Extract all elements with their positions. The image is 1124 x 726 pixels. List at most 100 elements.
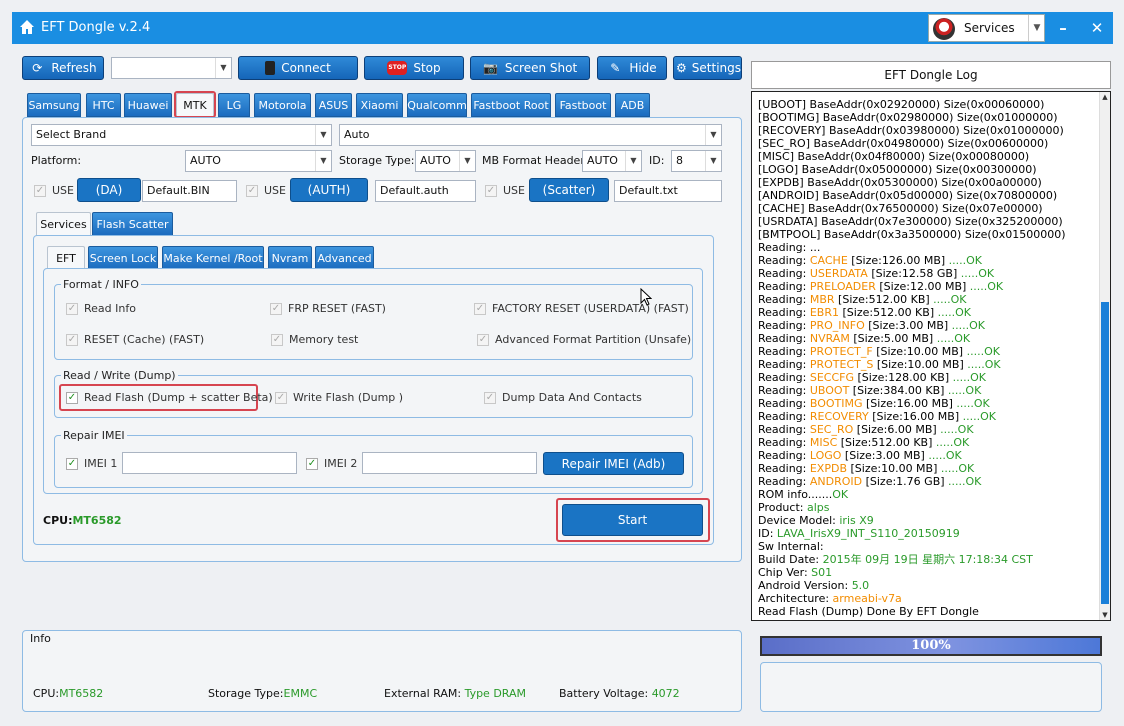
checkbox-icon: ✓ [271, 333, 283, 346]
model-select[interactable]: Auto ▼ [339, 124, 722, 146]
inner-tab-label: Make Kernel /Root [163, 251, 263, 265]
mb-format-select[interactable]: AUTO ▼ [582, 150, 642, 172]
tab-xiaomi[interactable]: Xiaomi [356, 93, 403, 117]
chevron-down-icon: ▼ [459, 151, 475, 171]
log-segment: [LOGO] BaseAddr(0x05000000) Size(0x00300… [758, 163, 1037, 176]
id-select[interactable]: 8 ▼ [671, 150, 722, 172]
log-title: EFT Dongle Log [751, 61, 1111, 89]
brand-select[interactable]: Select Brand ▼ [31, 124, 332, 146]
home-icon [20, 20, 34, 34]
advanced-format-label: Advanced Format Partition (Unsafe) [495, 333, 692, 346]
tab-fastboot-root[interactable]: Fastboot Root [471, 93, 551, 117]
tab-motorola[interactable]: Motorola [254, 93, 311, 117]
chevron-down-icon: ▼ [215, 58, 231, 78]
log-segment: [Size:12.58 GB] [867, 267, 958, 280]
log-line: [USRDATA] BaseAddr(0x7e300000) Size(0x32… [758, 215, 1063, 228]
device-combo[interactable]: ▼ [111, 57, 232, 79]
refresh-button[interactable]: ⟳ Refresh [22, 56, 104, 80]
chevron-down-icon: ▼ [705, 125, 721, 145]
start-button[interactable]: Start [562, 504, 703, 536]
factory-reset-option[interactable]: ✓ FACTORY RESET (USERDATA) (FAST) [474, 302, 689, 315]
scatter-file-field[interactable]: Default.txt [614, 180, 722, 202]
tab-services[interactable]: Services [36, 212, 91, 236]
stop-button[interactable]: STOP Stop [364, 56, 464, 80]
write-flash-option[interactable]: ✓ Write Flash (Dump ) [275, 391, 403, 404]
log-segment: [SEC_RO] BaseAddr(0x04980000) Size(0x006… [758, 137, 1049, 150]
imei2-option[interactable]: ✓ IMEI 2 [306, 457, 357, 470]
use-da-checkbox[interactable]: ✓ USE [34, 184, 74, 197]
brand-tab-label: Fastboot [559, 98, 607, 112]
tab-fastboot[interactable]: Fastboot [555, 93, 611, 117]
auth-file-button[interactable]: (AUTH) [290, 178, 368, 202]
imei2-input[interactable] [362, 452, 537, 474]
use-scatter-checkbox[interactable]: ✓ USE [485, 184, 525, 197]
factory-reset-label: FACTORY RESET (USERDATA) (FAST) [492, 302, 689, 315]
scroll-down-icon[interactable]: ▼ [1100, 610, 1110, 620]
advanced-format-option[interactable]: ✓ Advanced Format Partition (Unsafe) [477, 333, 691, 346]
chevron-down-icon: ▼ [625, 151, 641, 171]
storage-type-select[interactable]: AUTO ▼ [415, 150, 476, 172]
connect-button[interactable]: Connect [238, 56, 358, 80]
tab-qualcomm[interactable]: Qualcomm [407, 93, 467, 117]
log-line: Reading: LOGO [Size:3.00 MB] .....OK [758, 449, 962, 462]
tab-flash-scatter[interactable]: Flash Scatter [92, 212, 173, 236]
hide-button[interactable]: ✎ Hide [597, 56, 667, 80]
tab-samsung[interactable]: Samsung [27, 93, 81, 117]
edit-icon: ✎ [610, 61, 621, 75]
screenshot-button[interactable]: 📷 Screen Shot [470, 56, 590, 80]
log-line: [BMTPOOL] BaseAddr(0x3a3500000) Size(0x0… [758, 228, 1066, 241]
log-segment: [Size:10.00 MB] [873, 358, 964, 371]
log-segment: iris X9 [839, 514, 874, 527]
tab-advanced[interactable]: Advanced [315, 246, 374, 270]
scroll-up-icon[interactable]: ▲ [1100, 92, 1110, 102]
log-line: Architecture: armeabi-v7a [758, 592, 902, 605]
tab-eft[interactable]: EFT [47, 246, 85, 270]
info-battery: Battery Voltage: 4072 [559, 687, 680, 700]
model-select-value: Auto [344, 128, 370, 141]
memory-test-option[interactable]: ✓ Memory test [271, 333, 358, 346]
log-line: Reading: PRO_INFO [Size:3.00 MB] .....OK [758, 319, 985, 332]
settings-button[interactable]: ⚙ Settings [673, 56, 742, 80]
scrollbar-thumb[interactable] [1101, 302, 1109, 604]
repair-imei-button[interactable]: Repair IMEI (Adb) [543, 452, 684, 475]
log-panel[interactable]: [UBOOT] BaseAddr(0x02920000) Size(0x0006… [751, 91, 1111, 621]
log-scrollbar[interactable]: ▲ ▼ [1099, 92, 1110, 620]
chevron-down-icon: ▼ [705, 151, 721, 171]
da-file-field[interactable]: Default.BIN [142, 180, 237, 202]
tab-huawei[interactable]: Huawei [124, 93, 172, 117]
scatter-file-button[interactable]: (Scatter) [529, 178, 609, 202]
imei1-option[interactable]: ✓ IMEI 1 [66, 457, 117, 470]
log-segment: [Size:6.00 MB] [853, 423, 937, 436]
log-segment: [Size:1.76 GB] [862, 475, 945, 488]
minimize-button[interactable]: – [1052, 17, 1074, 39]
tab-lg[interactable]: LG [218, 93, 250, 117]
tab-asus[interactable]: ASUS [315, 93, 352, 117]
brand-tab-label: Samsung [28, 98, 80, 112]
tab-make-kernel-root[interactable]: Make Kernel /Root [162, 246, 264, 270]
brand-tab-label: Motorola [258, 98, 307, 112]
dump-data-option[interactable]: ✓ Dump Data And Contacts [484, 391, 642, 404]
log-segment: ROM info....... [758, 488, 833, 501]
checkbox-icon: ✓ [484, 391, 496, 404]
log-segment: Product: [758, 501, 807, 514]
reset-cache-option[interactable]: ✓ RESET (Cache) (FAST) [66, 333, 204, 346]
checkbox-icon: ✓ [306, 457, 318, 470]
tab-adb[interactable]: ADB [615, 93, 650, 117]
tab-nvram[interactable]: Nvram [268, 246, 312, 270]
auth-file-field[interactable]: Default.auth [375, 180, 476, 202]
services-dropdown[interactable]: Services ▼ [928, 14, 1045, 42]
da-file-button[interactable]: (DA) [77, 178, 141, 202]
log-segment: LOGO [809, 449, 842, 462]
log-line: Reading: PROTECT_F [Size:10.00 MB] .....… [758, 345, 1000, 358]
format-info-title: Format / INFO [61, 278, 141, 291]
close-button[interactable]: ✕ [1086, 17, 1108, 39]
frp-reset-option[interactable]: ✓ FRP RESET (FAST) [270, 302, 386, 315]
use-auth-checkbox[interactable]: ✓ USE [246, 184, 286, 197]
tab-htc[interactable]: HTC [86, 93, 121, 117]
tab-screen-lock[interactable]: Screen Lock [88, 246, 158, 270]
use-label: USE [503, 184, 525, 197]
read-info-option[interactable]: ✓ Read Info [66, 302, 136, 315]
platform-select[interactable]: AUTO ▼ [185, 150, 332, 172]
imei1-input[interactable] [122, 452, 297, 474]
read-flash-option[interactable]: ✓ Read Flash (Dump + scatter Beta) [66, 391, 273, 404]
